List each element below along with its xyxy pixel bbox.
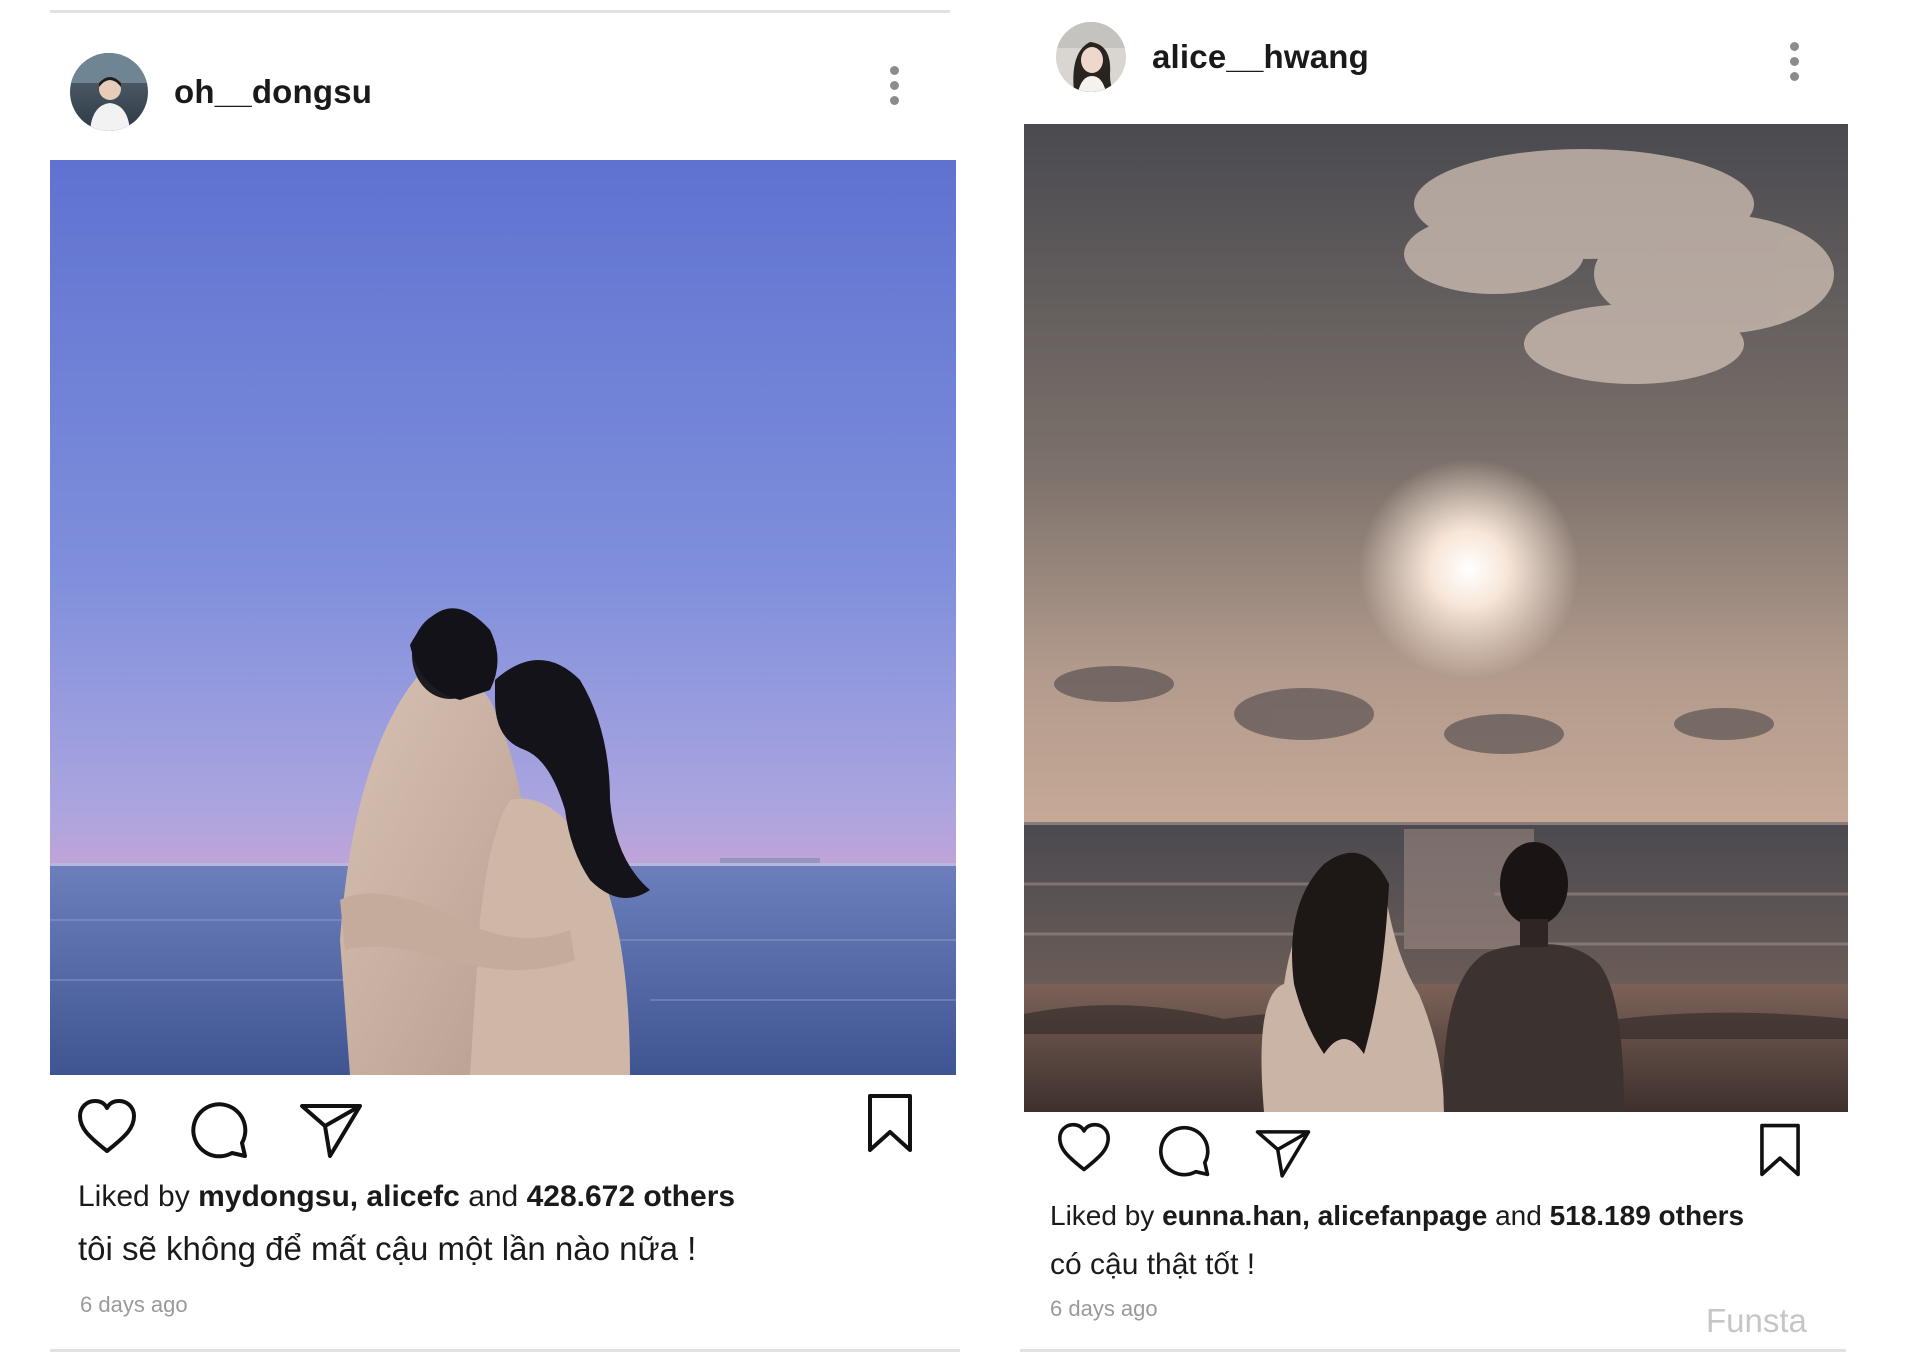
like-button[interactable] [76,1098,138,1156]
likes-summary: Liked by eunna.han, alicefanpage and 518… [1050,1200,1744,1232]
heart-icon [78,1099,136,1153]
liked-by-users[interactable]: eunna.han, alicefanpage [1162,1200,1487,1231]
avatar[interactable] [70,53,148,131]
post-photo[interactable] [50,160,956,1075]
comment-button[interactable] [188,1098,250,1160]
share-icon [300,1104,362,1158]
bookmark-button[interactable] [1758,1122,1802,1178]
bookmark-icon [1760,1123,1800,1177]
post-header: alice__hwang [1056,22,1369,92]
liked-by-users[interactable]: mydongsu, alicefc [198,1180,460,1213]
more-icon[interactable] [1788,42,1800,81]
liked-by-count[interactable]: 518.189 others [1550,1200,1745,1231]
likes-summary: Liked by mydongsu, alicefc and 428.672 o… [78,1180,735,1214]
share-button[interactable] [1254,1126,1312,1180]
post-timestamp: 6 days ago [80,1292,188,1317]
username[interactable]: oh__dongsu [174,73,372,111]
post-photo[interactable] [1024,124,1848,1112]
share-button[interactable] [298,1100,364,1160]
bookmark-icon [868,1094,912,1152]
bookmark-button[interactable] [866,1092,914,1154]
like-button[interactable] [1056,1122,1112,1174]
comment-icon [1159,1125,1210,1177]
post-card-oh-dongsu: oh__dongsu Liked by mydongsu, alicefc an… [0,0,960,1346]
comment-icon [191,1102,248,1159]
liked-by-count[interactable]: 428.672 others [527,1180,735,1213]
share-icon [1255,1130,1311,1178]
liked-by-connector: and [468,1180,519,1213]
post-caption: tôi sẽ không để mất cậu một lần nào nữa … [78,1230,697,1267]
post-timestamp: 6 days ago [1050,1296,1158,1321]
post-card-alice-hwang: alice__hwang Liked by eunna.han, alicefa… [960,0,1920,1346]
avatar[interactable] [1056,22,1126,92]
liked-by-prefix: Liked by [78,1180,190,1213]
liked-by-prefix: Liked by [1050,1200,1155,1231]
username[interactable]: alice__hwang [1152,38,1369,76]
post-header: oh__dongsu [70,53,372,131]
watermark-text: Funsta [1706,1302,1807,1339]
liked-by-connector: and [1495,1200,1542,1231]
more-icon[interactable] [888,66,900,105]
comment-button[interactable] [1156,1122,1212,1178]
heart-icon [1058,1122,1110,1172]
post-caption: có cậu thật tốt ! [1050,1248,1256,1281]
